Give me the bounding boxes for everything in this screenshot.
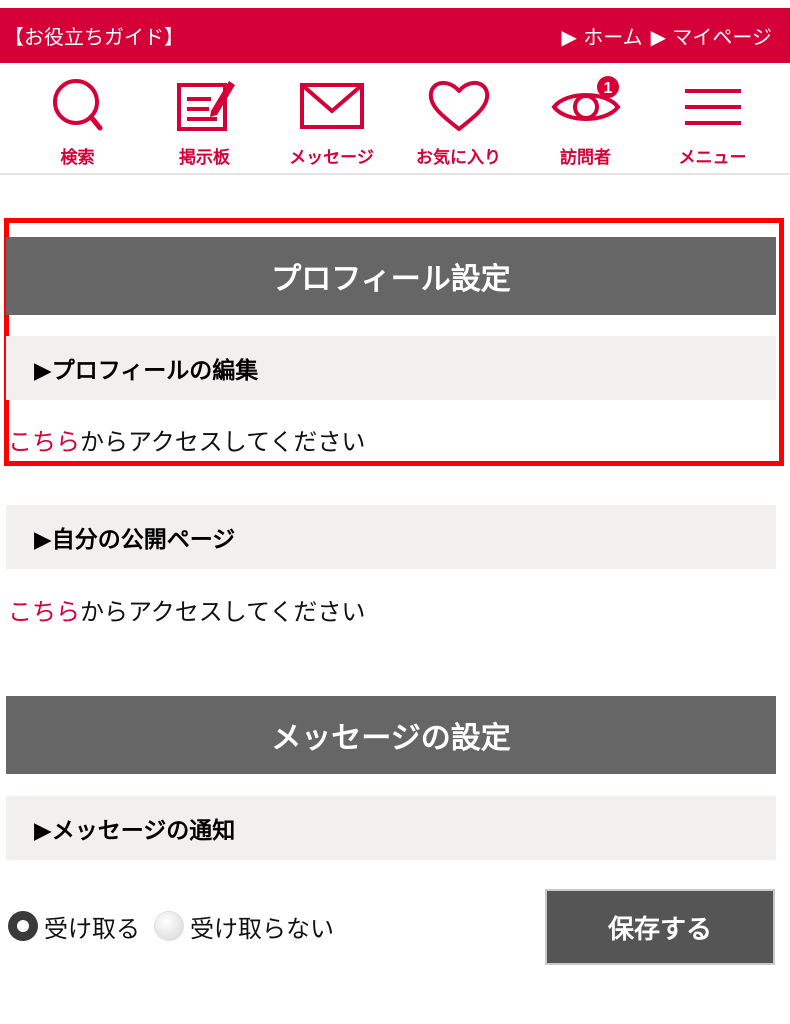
radio-receive-label[interactable]: 受け取る bbox=[44, 909, 140, 944]
nav-label-board: 掲示板 bbox=[179, 148, 230, 168]
save-button[interactable]: 保存する bbox=[545, 889, 775, 965]
nav-label-search: 検索 bbox=[60, 148, 95, 168]
radio-receive[interactable] bbox=[8, 911, 38, 941]
notify-radio-group: 受け取る 受け取らない bbox=[8, 903, 348, 949]
nav-label-visitor: 訪問者 bbox=[560, 148, 611, 168]
nav-label-menu: メニュー bbox=[678, 148, 747, 168]
message-settings-header: メッセージの設定 bbox=[6, 696, 776, 774]
nav-board[interactable]: 掲示板 bbox=[150, 75, 260, 168]
public-page-text: からアクセスしてください bbox=[80, 598, 366, 626]
heart-icon bbox=[428, 81, 489, 131]
top-bar: 【お役立ちガイド】 ▶ ホーム ▶ マイページ bbox=[0, 8, 790, 63]
profile-edit-link[interactable]: こちら bbox=[8, 428, 80, 456]
radio-not-receive-label[interactable]: 受け取らない bbox=[190, 909, 334, 944]
hamburger-icon bbox=[684, 89, 741, 125]
nav-label-message: メッセージ bbox=[289, 148, 374, 168]
home-link[interactable]: ▶ ホーム bbox=[562, 21, 643, 50]
nav-favorite[interactable]: お気に入り bbox=[404, 75, 514, 168]
profile-edit-access: こちらからアクセスしてください bbox=[8, 422, 365, 457]
radio-not-receive[interactable] bbox=[154, 911, 184, 941]
eye-icon: 1 bbox=[550, 76, 621, 121]
mail-icon bbox=[299, 83, 364, 129]
board-icon bbox=[176, 81, 235, 131]
profile-edit-text: からアクセスしてください bbox=[80, 428, 366, 456]
guide-link[interactable]: 【お役立ちガイド】 bbox=[4, 21, 184, 50]
nav-visitor[interactable]: 1 訪問者 bbox=[531, 75, 641, 168]
nav-label-favorite: お気に入り bbox=[416, 148, 501, 168]
icon-nav: 検索 掲示板 メッセージ お気に入り 1 訪問者 メニュー bbox=[0, 63, 790, 175]
message-notify-heading: ▶メッセージの通知 bbox=[6, 796, 776, 860]
mypage-link[interactable]: ▶ マイページ bbox=[651, 21, 772, 50]
nav-search[interactable]: 検索 bbox=[23, 75, 133, 168]
profile-settings-header: プロフィール設定 bbox=[6, 237, 776, 315]
public-page-link[interactable]: こちら bbox=[8, 598, 80, 626]
nav-menu[interactable]: メニュー bbox=[658, 75, 768, 168]
nav-message[interactable]: メッセージ bbox=[277, 75, 387, 168]
profile-edit-heading: ▶プロフィールの編集 bbox=[6, 336, 776, 400]
visitor-badge: 1 bbox=[603, 80, 612, 97]
breadcrumb: ▶ ホーム ▶ マイページ bbox=[562, 21, 772, 50]
public-page-access: こちらからアクセスしてください bbox=[8, 592, 365, 627]
public-page-heading: ▶自分の公開ページ bbox=[6, 505, 776, 569]
search-icon bbox=[52, 79, 102, 131]
